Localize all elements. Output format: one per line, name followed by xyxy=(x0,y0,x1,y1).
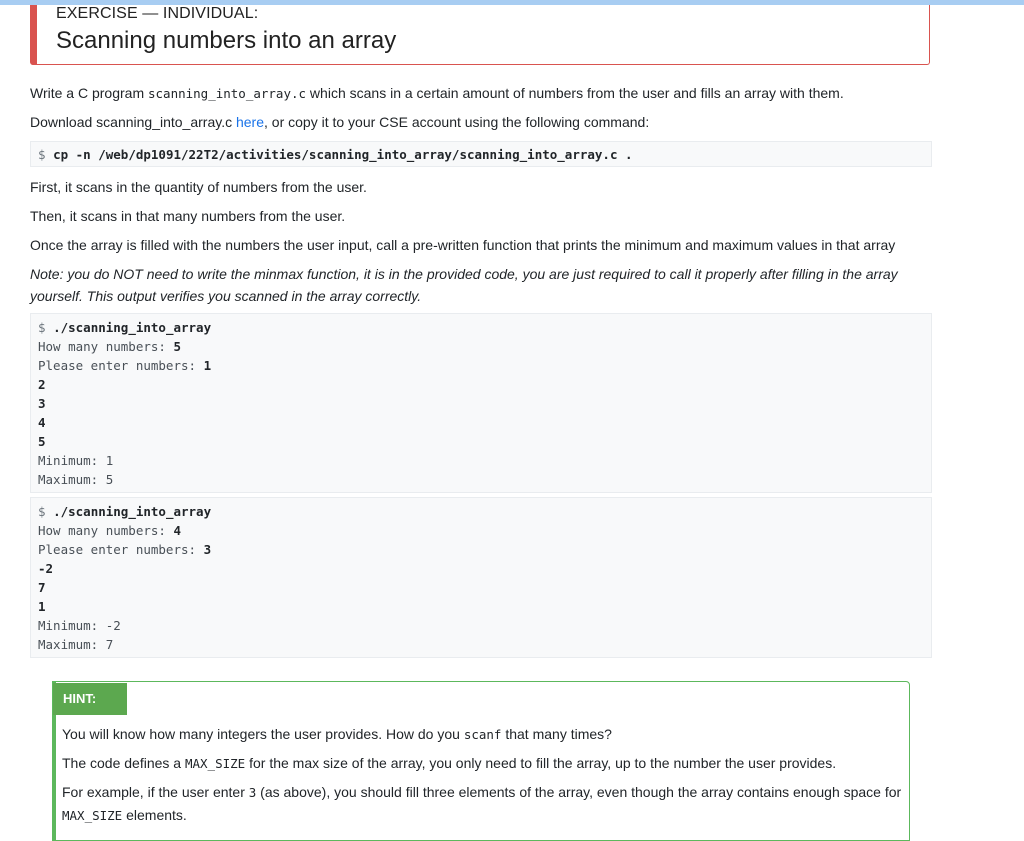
note-paragraph: Note: you do NOT need to write the minma… xyxy=(30,263,910,307)
example2-input-line: 1 xyxy=(38,599,46,614)
download-paragraph: Download scanning_into_array.c here, or … xyxy=(30,111,930,133)
example2-enter-line: Please enter numbers: 3 xyxy=(38,542,212,557)
example1-enter-line: Please enter numbers: 1 xyxy=(38,358,212,373)
example1-how-many-value: 5 xyxy=(173,339,181,354)
intro-paragraph: Write a C program scanning_into_array.c … xyxy=(30,82,930,105)
example-output-2: $ ./scanning_into_array How many numbers… xyxy=(30,497,932,658)
program-filename: scanning_into_array.c xyxy=(148,86,307,101)
exercise-title: Scanning numbers into an array xyxy=(56,27,397,54)
shell-prompt: $ xyxy=(38,147,54,162)
example1-input-line: 4 xyxy=(38,415,46,430)
copy-command-block[interactable]: $ cp -n /web/dp1091/22T2/activities/scan… xyxy=(30,141,932,167)
then-paragraph: Then, it scans in that many numbers from… xyxy=(30,208,346,224)
example-output-1: $ ./scanning_into_array How many numbers… xyxy=(30,313,932,493)
copy-command: cp -n /web/dp1091/22T2/activities/scanni… xyxy=(53,147,633,162)
example2-minimum: Minimum: -2 xyxy=(38,618,121,633)
example1-how-many-line: How many numbers: 5 xyxy=(38,339,181,354)
example1-input-line: 5 xyxy=(38,434,46,449)
example1-command-line: $ ./scanning_into_array xyxy=(38,318,211,337)
inline-code-max-size: MAX_SIZE xyxy=(62,808,123,823)
inline-code-max-size: MAX_SIZE xyxy=(184,756,246,771)
example1-first-input: 1 xyxy=(203,358,212,373)
example1-maximum: Maximum: 5 xyxy=(38,472,114,487)
hint-badge: HINT: xyxy=(53,683,127,715)
example2-first-input: 3 xyxy=(203,542,212,557)
example2-input-line: 7 xyxy=(38,580,46,595)
example2-how-many-value: 4 xyxy=(173,523,181,538)
download-text: Download scanning_into_array.c xyxy=(30,114,236,130)
example2-maximum: Maximum: 7 xyxy=(38,637,114,652)
intro-text-end: which scans in a certain amount of numbe… xyxy=(306,85,844,101)
hint-paragraph-2: The code defines a MAX_SIZE for the max … xyxy=(62,755,837,771)
shell-prompt: $ xyxy=(38,504,54,519)
hint-paragraph-1: You will know how many integers the user… xyxy=(62,726,612,742)
example1-command: ./scanning_into_array xyxy=(53,320,212,335)
download-link[interactable]: here xyxy=(236,114,264,130)
example2-command-line: $ ./scanning_into_array xyxy=(38,502,211,521)
once-paragraph: Once the array is filled with the number… xyxy=(30,237,896,253)
exercise-header: EXERCISE — INDIVIDUAL: Scanning numbers … xyxy=(30,5,930,65)
example1-input-line: 2 xyxy=(38,377,46,392)
exercise-type-label: EXERCISE — INDIVIDUAL: xyxy=(56,5,259,22)
inline-code-scanf: scanf xyxy=(463,727,502,742)
download-text-end: , or copy it to your CSE account using t… xyxy=(264,114,650,130)
hint-paragraph-3: For example, if the user enter 3 (as abo… xyxy=(62,784,902,823)
note-text: Note: you do NOT need to write the minma… xyxy=(30,266,898,304)
example2-how-many-line: How many numbers: 4 xyxy=(38,523,181,538)
intro-text: Write a C program xyxy=(30,85,148,101)
example1-minimum: Minimum: 1 xyxy=(38,453,114,468)
shell-prompt: $ xyxy=(38,320,54,335)
example1-input-line: 3 xyxy=(38,396,46,411)
first-paragraph: First, it scans in the quantity of numbe… xyxy=(30,179,367,195)
example2-input-line: -2 xyxy=(38,561,54,576)
example2-command: ./scanning_into_array xyxy=(53,504,212,519)
